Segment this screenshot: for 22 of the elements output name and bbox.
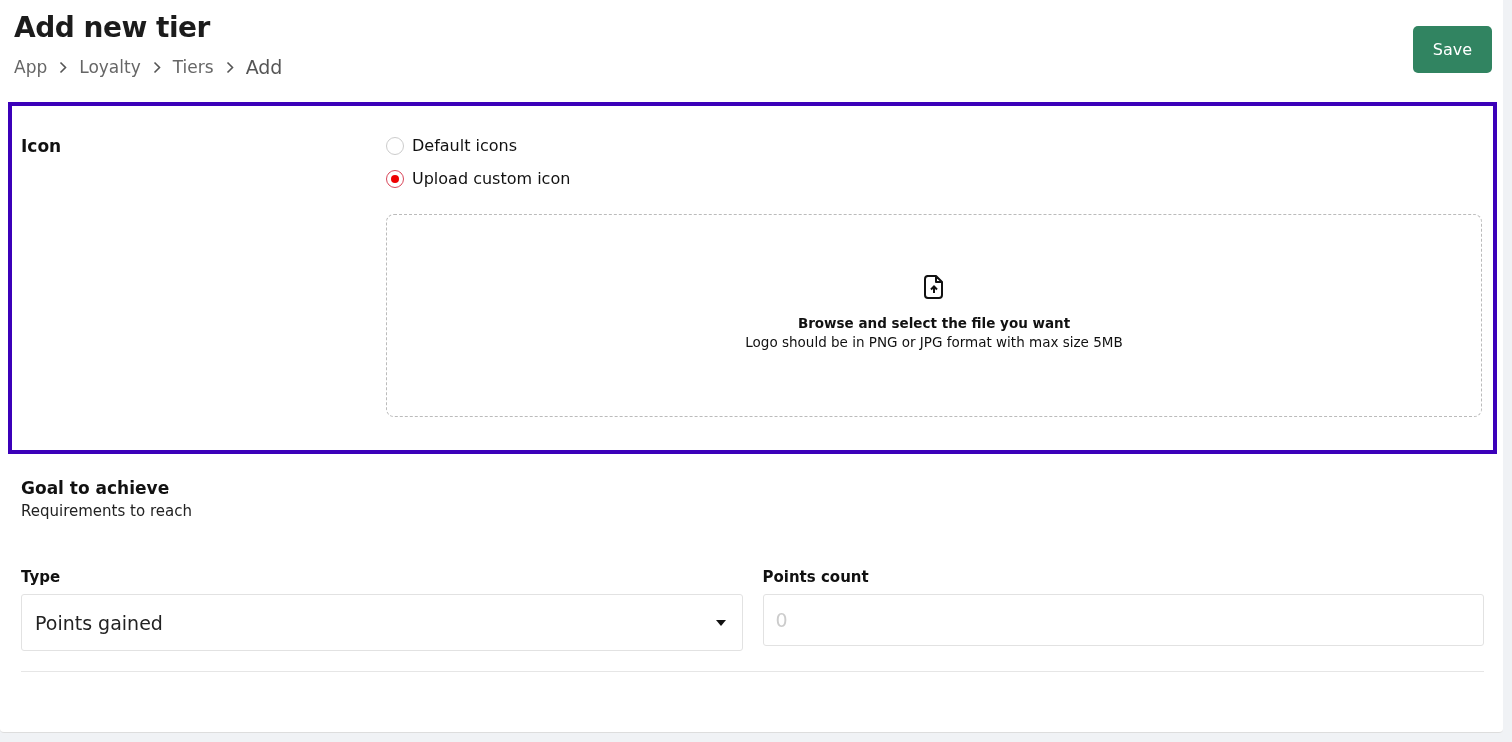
dropzone-hint: Logo should be in PNG or JPG format with max size 5MB bbox=[745, 334, 1123, 350]
radio-label[interactable]: Upload custom icon bbox=[412, 169, 571, 188]
section-subtitle: Requirements to reach bbox=[21, 502, 193, 520]
chevron-right-icon bbox=[225, 60, 234, 74]
breadcrumb-link[interactable]: App bbox=[14, 57, 48, 77]
caret-down-icon bbox=[715, 619, 726, 626]
field-label: Points count bbox=[762, 568, 870, 586]
dropzone-title: Browse and select the file you want bbox=[797, 315, 1071, 331]
page-title: Add new tier bbox=[14, 10, 212, 46]
save-button[interactable]: Save bbox=[1412, 26, 1492, 73]
type-dropdown[interactable]: Points gained bbox=[21, 594, 743, 651]
radio-label[interactable]: Default icons bbox=[412, 136, 518, 155]
section-title: Goal to achieve bbox=[21, 478, 171, 498]
chevron-right-icon bbox=[59, 60, 68, 74]
file-upload-icon bbox=[924, 275, 944, 299]
chevron-right-icon bbox=[152, 60, 161, 74]
field-label: Type bbox=[21, 568, 62, 586]
breadcrumb-current: Add bbox=[245, 56, 283, 78]
section-label: Icon bbox=[21, 136, 63, 158]
breadcrumb-link[interactable]: Loyalty bbox=[79, 57, 141, 77]
breadcrumb-link[interactable]: Tiers bbox=[172, 57, 214, 77]
file-dropzone[interactable]: Browse and select the file you want Logo should be in PNG or JPG format with max size 5MB bbox=[386, 214, 1482, 417]
